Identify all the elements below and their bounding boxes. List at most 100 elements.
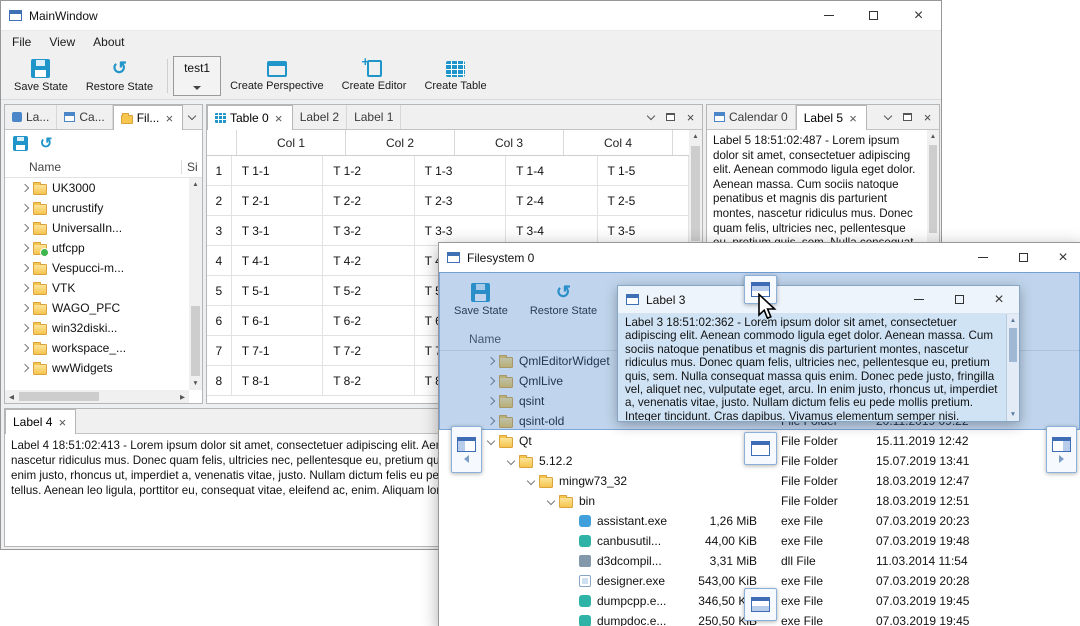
tabs-menu-button[interactable] xyxy=(879,109,896,126)
table-cell[interactable]: T 5-2 xyxy=(323,276,415,306)
table-cell[interactable]: T 2-3 xyxy=(414,186,507,216)
table-cell[interactable]: T 5-1 xyxy=(231,276,324,306)
expand-chevron-icon[interactable] xyxy=(503,451,519,471)
expand-chevron-icon[interactable] xyxy=(17,318,33,338)
expand-chevron-icon[interactable] xyxy=(17,198,33,218)
expand-chevron-icon[interactable] xyxy=(563,591,579,611)
table-cell[interactable]: T 8-2 xyxy=(323,366,415,396)
row-header[interactable]: 6 xyxy=(207,306,232,336)
float-dock-button[interactable] xyxy=(899,109,916,126)
table-cell[interactable]: T 3-2 xyxy=(323,216,415,246)
expand-chevron-icon[interactable] xyxy=(563,551,579,571)
expand-chevron-icon[interactable] xyxy=(17,218,33,238)
expand-chevron-icon[interactable] xyxy=(483,391,499,411)
size-column-header[interactable]: Si xyxy=(181,160,198,174)
table-cell[interactable]: T 7-2 xyxy=(323,336,415,366)
tabs-menu-button[interactable] xyxy=(183,109,200,126)
tree-item[interactable]: workspace_... xyxy=(5,338,189,358)
tab-close-icon[interactable] xyxy=(56,415,68,430)
close-button[interactable] xyxy=(979,286,1019,313)
row-header[interactable]: 3 xyxy=(207,216,232,246)
expand-chevron-icon[interactable] xyxy=(17,178,33,198)
restore-state-button-small[interactable] xyxy=(35,133,57,155)
scroll-up-icon[interactable]: ▲ xyxy=(689,130,702,143)
scroll-down-icon[interactable]: ▼ xyxy=(189,377,202,390)
row-header[interactable]: 5 xyxy=(207,276,232,306)
dock-tab[interactable]: Ca... xyxy=(57,105,113,129)
dock-drop-indicator-right[interactable] xyxy=(1046,426,1077,473)
expand-chevron-icon[interactable] xyxy=(483,351,499,371)
dock-drop-indicator-left[interactable] xyxy=(451,426,482,473)
scroll-up-icon[interactable]: ▲ xyxy=(189,178,202,191)
tree-item[interactable]: VTK xyxy=(5,278,189,298)
menu-item[interactable]: File xyxy=(3,31,40,53)
dock-drop-indicator-center[interactable] xyxy=(744,432,777,465)
expand-chevron-icon[interactable] xyxy=(563,611,579,626)
filesystem-row[interactable]: d3dcompil... 3,31 MiB dll File 11.03.201… xyxy=(439,551,1080,571)
vertical-scrollbar[interactable]: ▲ ▼ xyxy=(189,178,202,390)
scroll-right-icon[interactable]: ▶ xyxy=(176,390,189,403)
expand-chevron-icon[interactable] xyxy=(563,531,579,551)
table-cell[interactable]: T 2-2 xyxy=(323,186,415,216)
expand-chevron-icon[interactable] xyxy=(17,298,33,318)
scrollbar-thumb[interactable] xyxy=(691,146,700,241)
expand-chevron-icon[interactable] xyxy=(523,471,539,491)
close-button[interactable] xyxy=(896,1,941,30)
maximize-button[interactable] xyxy=(939,286,979,313)
float-dock-button[interactable] xyxy=(662,109,679,126)
table-cell[interactable]: T 6-2 xyxy=(323,306,415,336)
filesystem-row[interactable]: mingw73_32 File Folder 18.03.2019 12:47 xyxy=(439,471,1080,491)
close-dock-button[interactable] xyxy=(919,109,936,126)
tabs-menu-button[interactable] xyxy=(642,109,659,126)
horizontal-scrollbar[interactable]: ◀ ▶ xyxy=(5,390,189,403)
tab-close-icon[interactable] xyxy=(273,111,285,126)
tree-item[interactable]: wwWidgets xyxy=(5,358,189,378)
expand-chevron-icon[interactable] xyxy=(563,571,579,591)
filesystem-titlebar[interactable]: Filesystem 0 xyxy=(439,243,1080,273)
maximize-button[interactable] xyxy=(1003,243,1043,272)
scrollbar-thumb[interactable] xyxy=(191,306,200,376)
row-header[interactable]: 8 xyxy=(207,366,232,396)
expand-chevron-icon[interactable] xyxy=(17,338,33,358)
dock-tab[interactable]: Label 5 xyxy=(795,105,868,130)
dock-tab[interactable]: Label 1 xyxy=(347,105,402,129)
scroll-up-icon[interactable]: ▲ xyxy=(1007,314,1019,327)
tree-item[interactable]: utfcpp xyxy=(5,238,189,258)
table-cell[interactable]: T 3-1 xyxy=(231,216,324,246)
filesystem-row[interactable]: assistant.exe 1,26 MiB exe File 07.03.20… xyxy=(439,511,1080,531)
table-cell[interactable]: T 1-2 xyxy=(323,156,415,186)
create-perspective-button[interactable]: Create Perspective xyxy=(221,55,333,98)
close-dock-button[interactable] xyxy=(682,109,699,126)
minimize-button[interactable] xyxy=(806,1,851,30)
scroll-down-icon[interactable]: ▼ xyxy=(1007,408,1019,421)
dock-tab[interactable]: Fil... xyxy=(112,105,184,130)
row-header[interactable]: 7 xyxy=(207,336,232,366)
scroll-up-icon[interactable]: ▲ xyxy=(927,130,939,143)
table-cell[interactable]: T 2-4 xyxy=(506,186,598,216)
save-state-button[interactable]: Save State xyxy=(5,55,77,98)
tab-close-icon[interactable] xyxy=(163,111,175,126)
expand-chevron-icon[interactable] xyxy=(483,371,499,391)
minimize-button[interactable] xyxy=(899,286,939,313)
column-header[interactable]: Col 2 xyxy=(346,130,455,155)
dock-tab[interactable]: La... xyxy=(5,105,58,129)
expand-chevron-icon[interactable] xyxy=(483,431,499,451)
menu-item[interactable]: View xyxy=(40,31,84,53)
column-header[interactable]: Col 3 xyxy=(455,130,564,155)
table-cell[interactable]: T 2-1 xyxy=(231,186,324,216)
scrollbar-thumb[interactable] xyxy=(19,392,99,401)
restore-state-button[interactable]: Restore State xyxy=(77,55,162,98)
tree-item[interactable]: UK3000 xyxy=(5,178,189,198)
tree-item[interactable]: WAGO_PFC xyxy=(5,298,189,318)
main-titlebar[interactable]: MainWindow xyxy=(1,1,941,31)
tree-item[interactable]: win32diski... xyxy=(5,318,189,338)
row-header[interactable]: 4 xyxy=(207,246,232,276)
dock-tab[interactable]: Label 4 xyxy=(5,409,77,434)
expand-chevron-icon[interactable] xyxy=(17,238,33,258)
scrollbar-thumb[interactable] xyxy=(1009,328,1017,362)
table-cell[interactable]: T 2-5 xyxy=(597,186,689,216)
menu-item[interactable]: About xyxy=(84,31,133,53)
column-header[interactable]: Col 4 xyxy=(564,130,673,155)
table-cell[interactable]: T 1-4 xyxy=(506,156,598,186)
expand-chevron-icon[interactable] xyxy=(17,358,33,378)
